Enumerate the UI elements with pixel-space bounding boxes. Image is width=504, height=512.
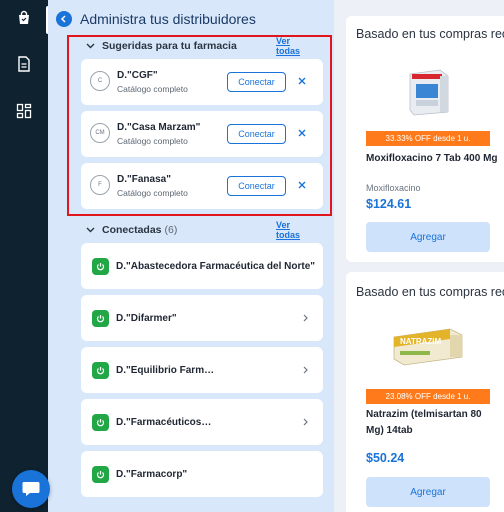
distributor-name: D."Difarmer" <box>116 313 177 324</box>
add-to-cart-button[interactable]: Agregar <box>366 222 490 252</box>
connected-title: Conectadas <box>102 224 162 236</box>
distributor-name: D."Casa Marzam" <box>117 122 201 133</box>
suggested-distributor-card: C D."CGF" Catálogo completo Conectar <box>81 59 323 105</box>
connected-distributor-card[interactable]: D."Abastecedora Farmacéutica del Norte" <box>81 243 323 289</box>
connected-distributor-card[interactable]: D."Equilibrio Farmacéutico" <box>81 347 323 393</box>
product-price: $50.24 <box>366 451 405 465</box>
close-icon[interactable] <box>296 179 308 191</box>
chat-button[interactable] <box>12 470 50 508</box>
distributor-avatar: CM <box>90 123 110 143</box>
grid-icon[interactable] <box>14 101 34 121</box>
distributor-subtitle: Catálogo completo <box>117 136 188 146</box>
power-icon <box>92 362 109 379</box>
panel-title: Administra tus distribuidores <box>80 11 256 27</box>
power-icon <box>92 414 109 431</box>
distributor-name: D."Farmacéuticos Tenorio" <box>116 417 214 428</box>
panel-header: Administra tus distribuidores <box>56 11 256 27</box>
bag-icon[interactable] <box>14 8 34 28</box>
offer-badge: 23.08% OFF desde 1 u. <box>366 389 490 404</box>
connect-button[interactable]: Conectar <box>227 72 286 92</box>
box-label: NATRAZIM <box>400 337 442 346</box>
connected-distributor-card[interactable]: D."Difarmer" <box>81 295 323 341</box>
chevron-left-icon <box>60 15 66 23</box>
distributor-avatar: C <box>90 71 110 91</box>
add-to-cart-button[interactable]: Agregar <box>366 477 490 507</box>
chevron-down-icon <box>84 224 96 236</box>
close-icon[interactable] <box>296 127 308 139</box>
connected-distributor-card[interactable]: D."Farmacéuticos Tenorio" <box>81 399 323 445</box>
left-rail <box>0 0 49 512</box>
connected-count: (6) <box>164 224 178 236</box>
suggested-distributor-card: CM D."Casa Marzam" Catálogo completo Con… <box>81 111 323 157</box>
offer-badge: 33.33% OFF desde 1 u. <box>366 131 490 146</box>
distributor-avatar: F <box>90 175 110 195</box>
product-name: Moxifloxacino 7 Tab 400 Mg <box>366 153 498 164</box>
chevron-right-icon <box>301 417 309 427</box>
distributor-name: D."Farmacorp" <box>116 469 188 480</box>
distributor-subtitle: Catálogo completo <box>117 84 188 94</box>
product-image <box>409 69 449 116</box>
power-icon <box>92 258 109 275</box>
product-name: Natrazim (telmisartan 80 Mg) 14tab <box>366 409 482 436</box>
back-button[interactable] <box>56 11 72 27</box>
connected-distributor-card[interactable]: D."Farmacorp" <box>81 451 323 497</box>
distributor-name: D."Abastecedora Farmacéutica del Norte" <box>116 261 315 272</box>
recommendation-card: Basado en tus compras reci NATRAZIM 23.0… <box>346 272 504 512</box>
connected-section-header[interactable]: Conectadas (6) Ver todas <box>84 220 314 240</box>
recommendation-card: Basado en tus compras reci 33.33% OFF de… <box>346 16 504 262</box>
document-icon[interactable] <box>14 54 34 74</box>
product-substance: Moxifloxacino <box>366 183 421 193</box>
close-icon[interactable] <box>296 75 308 87</box>
chat-bubble-icon <box>22 482 40 496</box>
connect-button[interactable]: Conectar <box>227 124 286 144</box>
product-image: NATRAZIM <box>393 328 463 366</box>
connected-see-all-link[interactable]: Ver todas <box>276 220 314 240</box>
power-icon <box>92 310 109 327</box>
product-price: $124.61 <box>366 197 412 211</box>
connect-button[interactable]: Conectar <box>227 176 286 196</box>
distributor-name: D."Equilibrio Farmacéutico" <box>116 365 216 376</box>
chevron-right-icon <box>301 313 309 323</box>
distributor-subtitle: Catálogo completo <box>117 188 188 198</box>
distributor-name: D."Fanasa" <box>117 174 171 185</box>
distributor-name: D."CGF" <box>117 70 158 81</box>
chevron-right-icon <box>301 365 309 375</box>
recommendation-title: Basado en tus compras reci <box>356 27 504 41</box>
suggested-distributor-card: F D."Fanasa" Catálogo completo Conectar <box>81 163 323 209</box>
recommendation-title: Basado en tus compras reci <box>356 285 504 299</box>
power-icon <box>92 466 109 483</box>
